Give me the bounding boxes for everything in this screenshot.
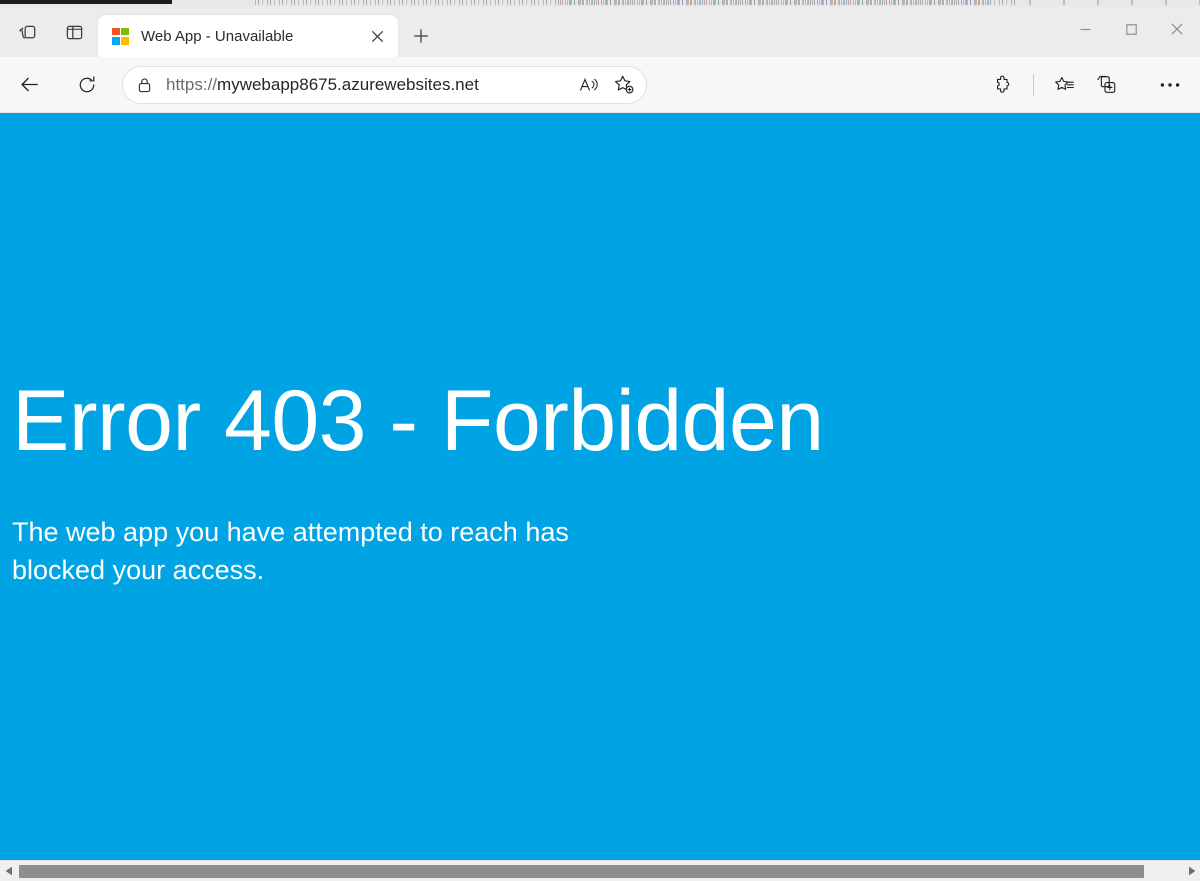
collections-icon[interactable] [1086,66,1126,104]
scroll-left-arrow-icon[interactable] [0,861,17,881]
add-favorite-icon[interactable] [606,69,640,101]
artifact-dark-bar [0,0,172,4]
tab-strip: Web App - Unavailable [0,7,1200,57]
tab-strip-left-actions [0,7,98,57]
refresh-icon[interactable] [68,66,106,104]
maximize-button[interactable] [1108,7,1154,51]
extensions-icon[interactable] [983,66,1023,104]
close-window-button[interactable] [1154,7,1200,51]
split-screen-icon[interactable] [54,15,94,49]
read-aloud-icon[interactable] [572,69,606,101]
address-bar[interactable]: https://mywebapp8675.azurewebsites.net [122,65,647,104]
scroll-right-arrow-icon[interactable] [1183,861,1200,881]
error-body-text: The web app you have attempted to reach … [12,517,569,586]
back-icon[interactable] [10,66,48,104]
lock-icon[interactable] [137,77,152,93]
tab-title: Web App - Unavailable [141,28,294,44]
toolbar-right-actions [983,66,1190,104]
tab-actions-menu-icon[interactable] [8,15,48,49]
ms-logo-square-green [121,27,129,36]
minimize-button[interactable] [1062,7,1108,51]
toolbar-divider [1033,73,1034,96]
horizontal-scrollbar[interactable] [0,860,1200,881]
artifact-text-noise-colored [560,0,990,5]
ms-logo-square-blue [112,36,120,45]
artifact-right-icons [1015,0,1200,5]
scrollbar-track[interactable] [17,861,1183,881]
window-controls [1062,7,1200,51]
error-heading: Error 403 - Forbidden [12,373,824,469]
page-content-area: Error 403 - Forbidden The web app you ha… [0,113,1200,860]
url-text[interactable]: https://mywebapp8675.azurewebsites.net [166,75,572,95]
scrollbar-thumb[interactable] [19,864,1145,878]
microsoft-logo-icon [112,27,129,45]
close-tab-icon[interactable] [364,23,390,49]
favorites-icon[interactable] [1044,66,1084,104]
browser-window: Web App - Unavailable https://mywebapp86… [0,0,1200,881]
background-window-artifact [0,0,1200,7]
ms-logo-square-red [112,27,120,36]
new-tab-icon[interactable] [400,15,442,57]
url-host: mywebapp8675.azurewebsites.net [217,74,479,94]
tab-web-app-unavailable[interactable]: Web App - Unavailable [98,15,398,57]
url-scheme: https:// [166,74,218,94]
ms-logo-square-yellow [121,36,129,45]
settings-and-more-icon[interactable] [1150,66,1190,104]
browser-toolbar: https://mywebapp8675.azurewebsites.net [0,57,1200,113]
